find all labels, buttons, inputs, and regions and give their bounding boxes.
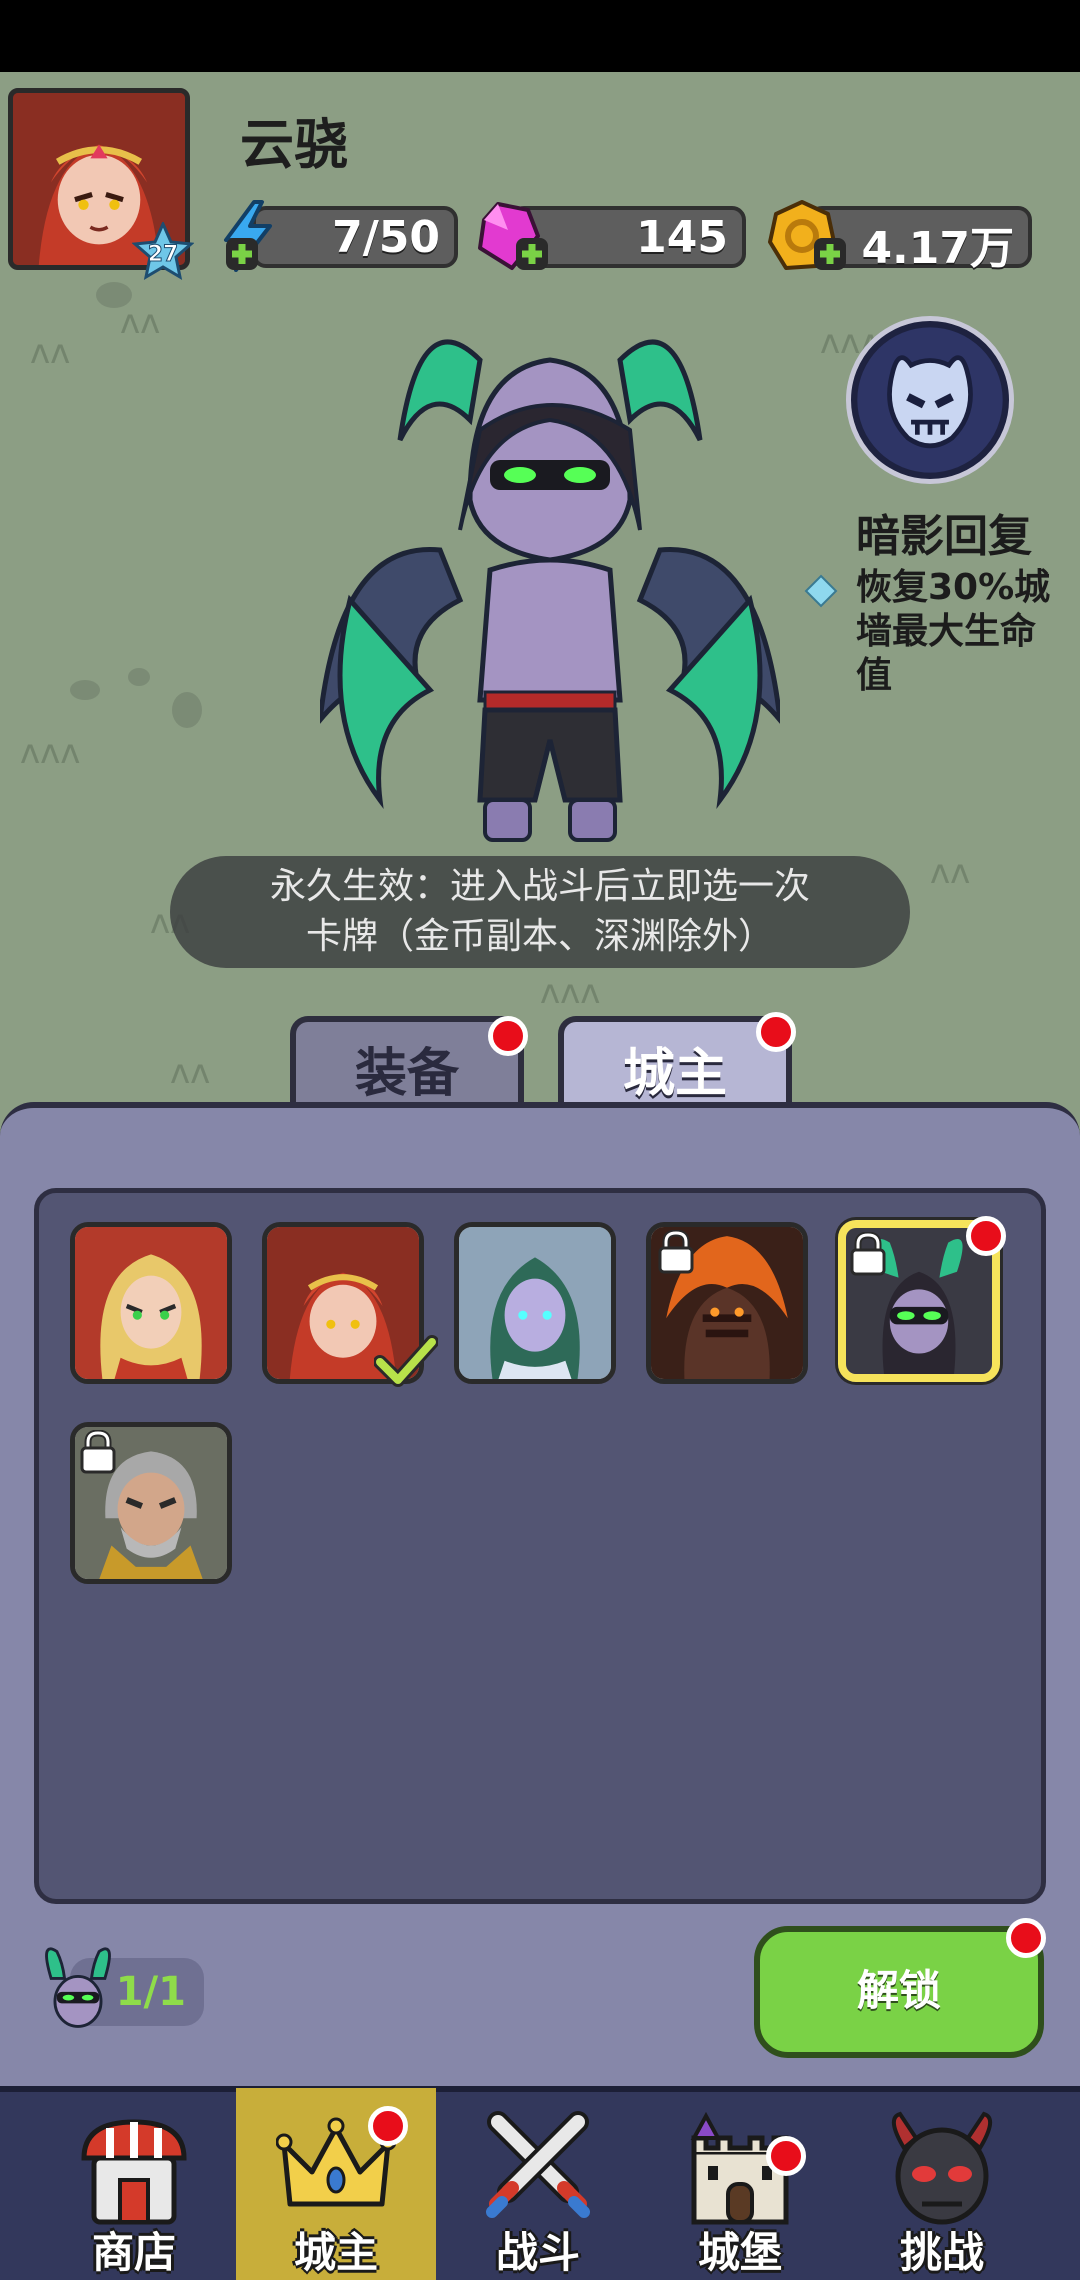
add-energy-icon[interactable] <box>224 236 260 272</box>
lord-slot-5-badge <box>966 1216 1006 1256</box>
gold-value: 4.17万 <box>861 223 1014 274</box>
player-name: 云骁 <box>240 113 348 176</box>
nav-shop[interactable]: 商店 <box>34 2088 234 2280</box>
rock-decor <box>128 668 150 686</box>
grass-decor: ᴧᴧ <box>120 302 161 342</box>
status-bar <box>0 0 1080 72</box>
nav-castle-badge <box>766 2136 806 2176</box>
effect-line-2: 卡牌（金币副本、深渊除外） <box>305 916 774 957</box>
nav-castle[interactable]: 城堡 <box>640 2088 840 2280</box>
shadow-recovery-skill-icon[interactable] <box>846 316 1014 484</box>
grass-decor: ᴧᴧᴧ <box>540 972 601 1012</box>
hero-head-icon <box>45 1947 111 2028</box>
add-gold-icon[interactable] <box>812 236 848 272</box>
rock-decor <box>96 282 132 308</box>
level-star-icon: 27 <box>132 222 194 280</box>
lock-icon <box>658 1230 694 1274</box>
grass-decor: ᴧᴧ <box>930 852 971 892</box>
demon-helmet-icon <box>892 2111 992 2225</box>
nav-battle[interactable]: 战斗 <box>438 2088 638 2280</box>
rock-decor <box>172 692 202 728</box>
grass-decor: ᴧᴧ <box>30 332 71 372</box>
nav-battle-label: 战斗 <box>495 2228 580 2277</box>
skill-description: 恢复30%城墙最大生命值 <box>856 567 1051 696</box>
demon-hunter-hero <box>320 339 780 842</box>
diamond-bullet-icon <box>804 574 838 608</box>
nav-challenge[interactable]: 挑战 <box>842 2088 1042 2280</box>
lock-icon <box>850 1232 886 1276</box>
crossed-swords-icon <box>486 2111 590 2218</box>
permanent-effect-banner: 永久生效：进入战斗后立即选一次 卡牌（金币副本、深渊除外） <box>170 856 910 968</box>
tab-equipment-label: 装备 <box>354 1044 459 1104</box>
rock-decor <box>70 680 100 700</box>
energy-value: 7/50 <box>332 212 440 263</box>
grass-decor: ᴧᴧᴧ <box>20 732 81 772</box>
effect-line-1: 永久生效：进入战斗后立即选一次 <box>269 866 810 907</box>
nav-shop-label: 商店 <box>91 2228 176 2277</box>
nav-lord-badge <box>368 2106 408 2146</box>
unlock-button-badge <box>1006 1918 1046 1958</box>
unlock-button[interactable]: 解锁 <box>754 1926 1044 2058</box>
lord-slot-3[interactable] <box>454 1222 616 1384</box>
nav-lord-label: 城主 <box>293 2228 378 2277</box>
lord-slot-1[interactable] <box>70 1222 232 1384</box>
grass-decor: ᴧᴧ <box>170 1052 211 1092</box>
skill-name: 暗影回复 <box>856 511 1032 562</box>
gem-value: 145 <box>636 212 728 263</box>
nav-castle-label: 城堡 <box>697 2228 782 2277</box>
shop-icon <box>81 2119 187 2225</box>
add-gem-icon[interactable] <box>514 236 550 272</box>
selected-check-icon <box>374 1335 438 1387</box>
nav-challenge-label: 挑战 <box>899 2228 984 2277</box>
player-level: 27 <box>148 242 179 267</box>
tab-equipment-badge <box>488 1016 528 1056</box>
tab-lord-badge <box>756 1012 796 1052</box>
tab-lord-label: 城主 <box>622 1044 727 1104</box>
lock-icon <box>80 1430 116 1474</box>
